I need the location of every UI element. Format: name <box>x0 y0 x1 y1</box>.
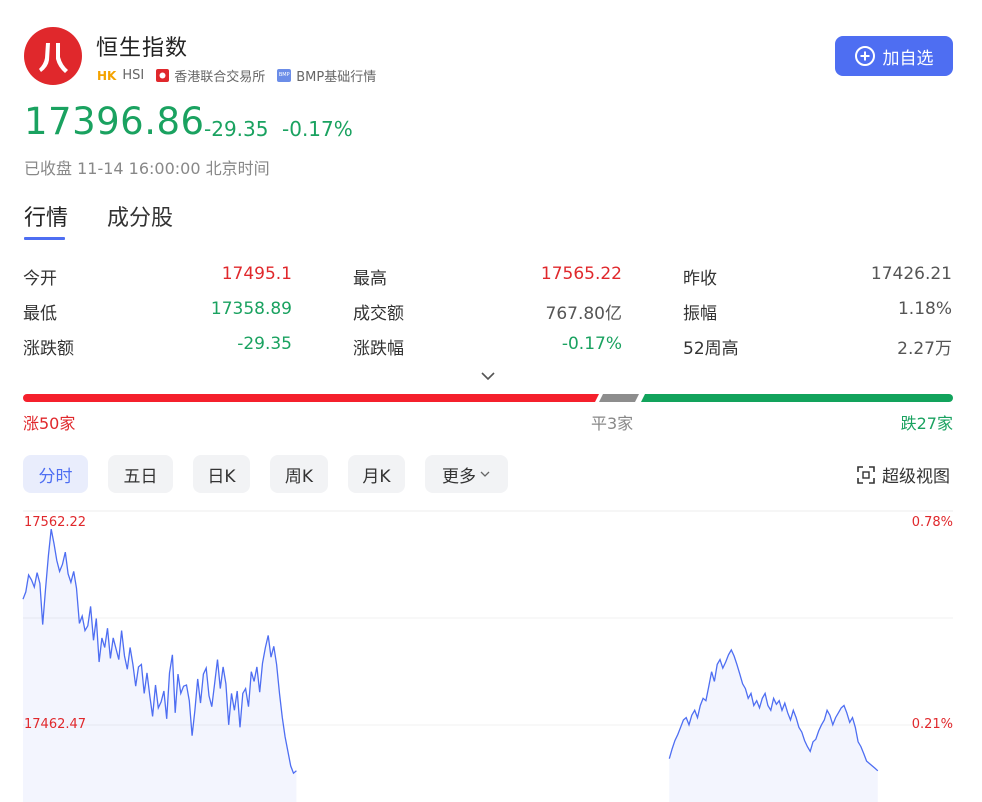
index-meta: HK HSI 香港联合交易所 BMP BMP基础行情 <box>97 66 376 85</box>
stat-label-turnover: 成交额 <box>353 304 404 324</box>
expand-stats-chevron-icon[interactable] <box>480 367 496 386</box>
period-more-label: 更多 <box>442 466 476 487</box>
stat-label-low: 最低 <box>23 304 57 324</box>
super-view-label: 超级视图 <box>882 467 950 487</box>
period-5day-button[interactable]: 五日 <box>108 455 173 493</box>
data-source: BMP BMP基础行情 <box>277 66 376 85</box>
stat-label-change-pct: 涨跌幅 <box>353 339 404 359</box>
stat-value-amplitude: 1.18% <box>897 299 952 319</box>
exchange: 香港联合交易所 <box>156 66 265 85</box>
stat-label-change: 涨跌额 <box>23 339 74 359</box>
unchanged-bar <box>599 394 639 402</box>
period-daily-button[interactable]: 日K <box>193 455 250 493</box>
exchange-name: 香港联合交易所 <box>174 70 266 85</box>
unchanged-label: 平3家 <box>591 414 634 433</box>
market-tag: HK <box>97 68 117 83</box>
y-axis-mid-pct: 0.21% <box>911 717 953 732</box>
stat-label-amplitude: 振幅 <box>683 304 717 324</box>
data-source-name: BMP基础行情 <box>296 70 377 85</box>
price-area-fill-1 <box>669 649 878 802</box>
add-watchlist-label: 加自选 <box>882 48 934 69</box>
fullscreen-icon <box>857 465 875 484</box>
stat-value-low: 17358.89 <box>210 299 292 319</box>
stat-value-open: 17495.1 <box>221 264 292 284</box>
stat-label-prev-close: 昨收 <box>683 269 717 289</box>
stat-value-52w-high: 2.27万 <box>897 339 952 359</box>
chevron-down-icon <box>480 471 490 477</box>
hsi-logo-mark-icon <box>39 43 68 73</box>
advancers-label: 涨50家 <box>23 414 76 433</box>
market-status: 已收盘 11-14 16:00:00 北京时间 <box>24 159 270 178</box>
hkex-flag-icon <box>156 69 170 82</box>
advancers-bar <box>23 394 599 402</box>
period-weekly-button[interactable]: 周K <box>270 455 328 493</box>
stat-value-change-pct: -0.17% <box>561 334 622 354</box>
y-axis-mid-price: 17462.47 <box>24 717 87 732</box>
intraday-chart[interactable] <box>0 505 982 802</box>
tab-quote[interactable]: 行情 <box>24 200 68 232</box>
period-intraday-button[interactable]: 分时 <box>23 455 88 493</box>
hsi-logo <box>24 27 82 85</box>
tab-constituents[interactable]: 成分股 <box>107 200 173 232</box>
stat-label-open: 今开 <box>23 269 57 289</box>
period-more-dropdown[interactable]: 更多 <box>425 455 508 493</box>
price-change: -29.35 <box>204 117 269 141</box>
stat-value-high: 17565.22 <box>540 264 622 284</box>
bmp-icon: BMP <box>277 69 292 82</box>
super-view-button[interactable]: 超级视图 <box>857 462 950 487</box>
index-title: 恒生指数 <box>96 36 189 61</box>
stat-label-52w-high: 52周高 <box>683 339 739 359</box>
active-tab-indicator <box>24 237 65 240</box>
index-code: HSI <box>122 68 145 83</box>
decliners-label: 跌27家 <box>900 414 953 433</box>
plus-circle-icon <box>854 46 875 66</box>
price-change-pct: -0.17% <box>282 117 353 141</box>
period-monthly-button[interactable]: 月K <box>348 455 405 493</box>
stat-value-change: -29.35 <box>237 334 292 354</box>
y-axis-top-pct: 0.78% <box>911 515 953 530</box>
price-area-fill-0 <box>23 529 297 802</box>
stat-label-high: 最高 <box>353 269 387 289</box>
decliners-bar <box>641 394 953 402</box>
stat-value-prev-close: 17426.21 <box>870 264 952 284</box>
last-price: 17396.86 <box>24 100 205 143</box>
add-watchlist-button[interactable]: 加自选 <box>835 36 953 76</box>
y-axis-top-price: 17562.22 <box>24 515 87 530</box>
stat-value-turnover: 767.80亿 <box>545 304 622 324</box>
